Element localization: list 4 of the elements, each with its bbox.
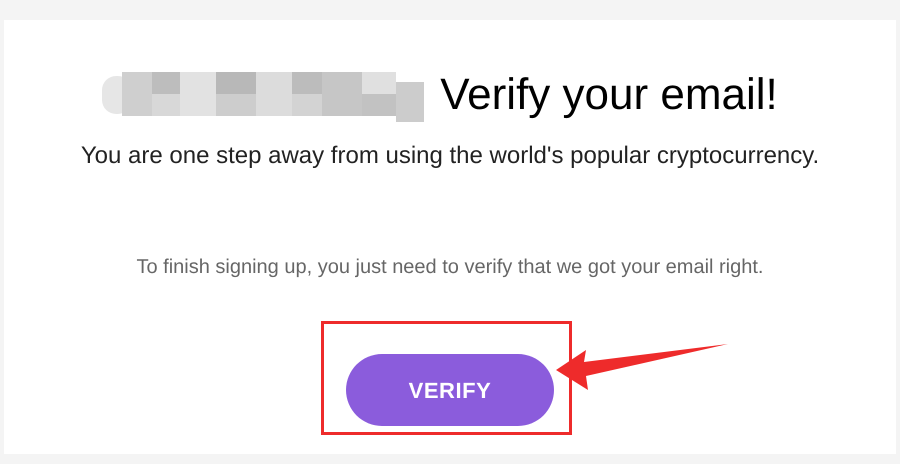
heading: Verify your email!: [440, 73, 778, 117]
verify-button[interactable]: VERIFY: [346, 354, 554, 426]
subtitle: You are one step away from using the world's popular cryptocurrency.: [80, 141, 820, 171]
body-text: To finish signing up, you just need to verify that we got your email right.: [136, 255, 764, 280]
